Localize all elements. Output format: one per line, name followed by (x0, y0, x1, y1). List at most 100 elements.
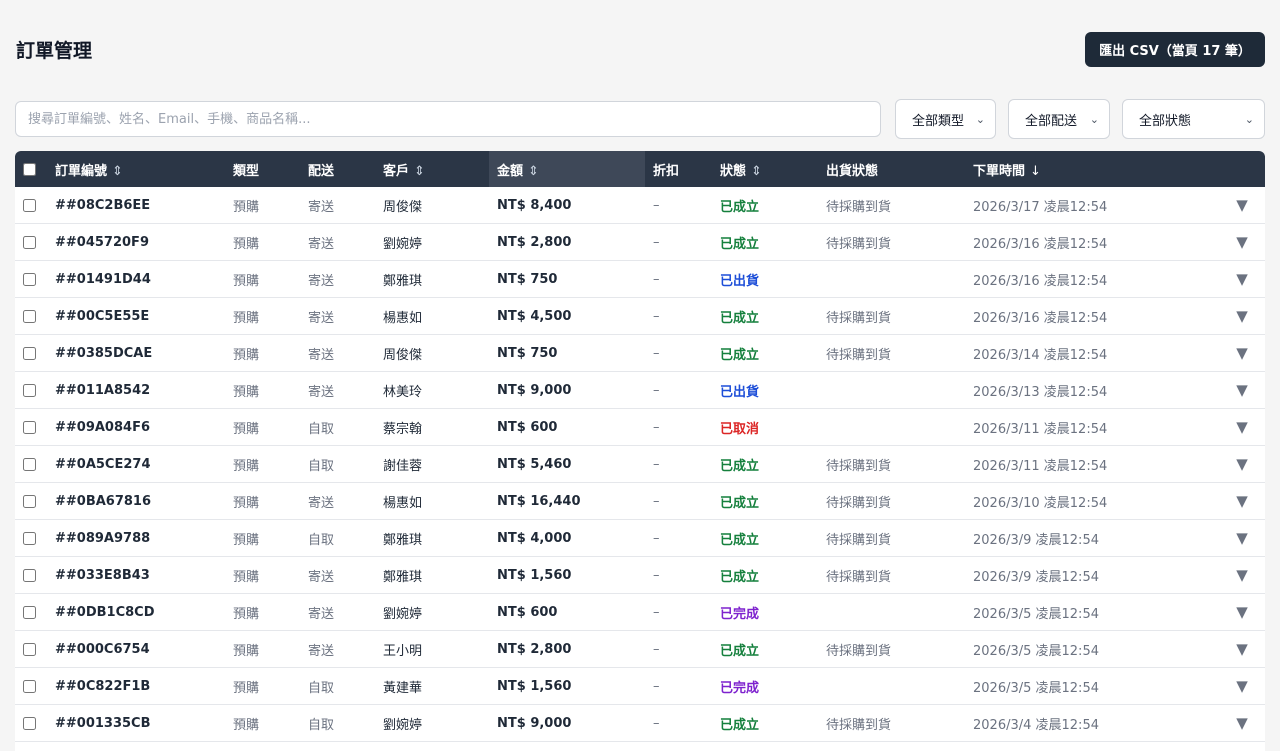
column-header-amount[interactable]: 金額 ⇕ (489, 151, 645, 187)
table-row[interactable]: ##089A9788 預購 自取 鄭雅琪 NT$ 4,000– 已成立 待採購到貨 2026/… (15, 519, 1265, 557)
row-checkbox[interactable] (23, 272, 36, 286)
row-checkbox[interactable] (23, 494, 36, 508)
customer-name: 周俊傑 (383, 334, 489, 372)
order-id[interactable]: ##033E8B43 (55, 556, 233, 594)
expand-row-icon[interactable]: ▼ (1219, 482, 1265, 520)
column-header-customer[interactable]: 客戶 ⇕ (383, 151, 489, 187)
fulfillment-status (826, 371, 973, 409)
order-id[interactable]: ##08C2B6EE (55, 187, 233, 224)
table-row[interactable]: ##09A084F6 預購 自取 蔡宗翰 NT$ 600– 已取消 2026/3/11 凌晨… (15, 408, 1265, 446)
order-id[interactable]: ##001335CB (55, 704, 233, 742)
order-amount: NT$ 600 (489, 408, 645, 446)
column-header-order-id[interactable]: 訂單編號 ⇕ (55, 151, 233, 187)
shipping-filter-select[interactable]: 全部配送 ⌄ (1008, 99, 1110, 139)
export-csv-button[interactable]: 匯出 CSV（當頁 17 筆） (1085, 32, 1265, 67)
chevron-down-icon: ⌄ (1089, 112, 1099, 126)
table-row[interactable]: ##0DB1C8CD 預購 寄送 劉婉婷 NT$ 600– 已完成 2026/3/5 凌晨1… (15, 593, 1265, 631)
order-id[interactable]: ##09A084F6 (55, 408, 233, 446)
expand-row-icon[interactable]: ▼ (1219, 371, 1265, 409)
status-badge: 已成立 (720, 334, 826, 372)
sort-desc-icon: ↓ (1030, 163, 1041, 179)
order-amount: NT$ 5,460 (489, 445, 645, 483)
shipping-method: 自取 (308, 445, 383, 483)
order-id[interactable]: ##0A5CE274 (55, 445, 233, 483)
expand-row-icon[interactable]: ▼ (1219, 408, 1265, 446)
order-amount: NT$ 2,800 (489, 630, 645, 668)
row-checkbox[interactable] (23, 605, 36, 619)
column-header-shipping: 配送 (308, 163, 335, 179)
order-type: 預購 (233, 187, 308, 224)
table-row[interactable]: ##0385DCAE 預購 寄送 周俊傑 NT$ 750– 已成立 待採購到貨 2026/3/… (15, 334, 1265, 372)
order-type: 預購 (233, 519, 308, 557)
expand-row-icon[interactable]: ▼ (1219, 445, 1265, 483)
order-id[interactable]: ##000C6754 (55, 630, 233, 668)
fulfillment-status: 待採購到貨 (826, 223, 973, 261)
row-checkbox[interactable] (23, 235, 36, 249)
row-checkbox[interactable] (23, 716, 36, 730)
table-row[interactable]: ##00C5E55E 預購 寄送 楊惠如 NT$ 4,500– 已成立 待採購到貨 2026/… (15, 297, 1265, 335)
order-id[interactable]: ##0DB1C8CD (55, 593, 233, 631)
order-discount: – (645, 519, 720, 557)
row-checkbox[interactable] (23, 531, 36, 545)
order-id[interactable]: ##00C5E55E (55, 297, 233, 335)
status-badge: 已成立 (720, 704, 826, 742)
table-row[interactable]: ##0A5CE274 預購 自取 謝佳蓉 NT$ 5,460– 已成立 待採購到貨 2026/… (15, 445, 1265, 483)
order-id[interactable]: ##0C822F1B (55, 667, 233, 705)
order-type: 預購 (233, 408, 308, 446)
order-created-time: 2026/3/10 凌晨12:54 (973, 482, 1219, 520)
expand-row-icon[interactable]: ▼ (1219, 297, 1265, 335)
row-checkbox[interactable] (23, 383, 36, 397)
table-row[interactable]: ##08C2B6EE 預購 寄送 周俊傑 NT$ 8,400– 已成立 待採購到貨 2026/… (15, 187, 1265, 224)
row-checkbox[interactable] (23, 679, 36, 693)
row-checkbox[interactable] (23, 457, 36, 471)
order-type: 預購 (233, 260, 308, 298)
expand-row-icon[interactable]: ▼ (1219, 519, 1265, 557)
customer-name: 黃建華 (383, 667, 489, 705)
order-created-time: 2026/3/16 凌晨12:54 (973, 223, 1219, 261)
orders-table: 訂單編號 ⇕ 類型 配送 客戶 ⇕ 金額 ⇕ 折扣 狀態 ⇕ 出貨狀態 下單時間 ↓ ##… (15, 151, 1265, 751)
expand-row-icon[interactable]: ▼ (1219, 630, 1265, 668)
select-all-checkbox[interactable] (23, 162, 36, 176)
order-amount: NT$ 1,560 (489, 667, 645, 705)
expand-row-icon[interactable]: ▼ (1219, 187, 1265, 224)
table-row[interactable]: ##0C822F1B 預購 自取 黃建華 NT$ 1,560– 已完成 2026/3/5 凌… (15, 667, 1265, 705)
table-row[interactable]: ##011A8542 預購 寄送 林美玲 NT$ 9,000– 已出貨 2026/3/13 … (15, 371, 1265, 409)
row-checkbox[interactable] (23, 346, 36, 360)
row-checkbox[interactable] (23, 198, 36, 212)
row-checkbox[interactable] (23, 568, 36, 582)
table-header-row: 訂單編號 ⇕ 類型 配送 客戶 ⇕ 金額 ⇕ 折扣 狀態 ⇕ 出貨狀態 下單時間 ↓ (15, 151, 1265, 187)
status-filter-select[interactable]: 全部狀態 ⌄ (1122, 99, 1265, 139)
expand-row-icon[interactable]: ▼ (1219, 667, 1265, 705)
table-row[interactable]: ##0BA67816 預購 寄送 楊惠如 NT$ 16,440– 已成立 待採購到貨 2026… (15, 482, 1265, 520)
row-checkbox[interactable] (23, 309, 36, 323)
order-id[interactable]: ##01491D44 (55, 260, 233, 298)
shipping-method: 自取 (308, 667, 383, 705)
expand-row-icon[interactable]: ▼ (1219, 593, 1265, 631)
order-id[interactable]: ##045720F9 (55, 223, 233, 261)
order-id[interactable]: ##0BA67816 (55, 482, 233, 520)
row-checkbox[interactable] (23, 642, 36, 656)
order-id[interactable]: ##089A9788 (55, 519, 233, 557)
table-row[interactable]: ##001335CB 預購 自取 劉婉婷 NT$ 9,000– 已成立 待採購到貨 2026/… (15, 704, 1265, 742)
expand-row-icon[interactable]: ▼ (1219, 334, 1265, 372)
table-row[interactable]: ##000C6754 預購 寄送 王小明 NT$ 2,800– 已成立 待採購到貨 2026/… (15, 630, 1265, 668)
table-row[interactable]: ##01491D44 預購 寄送 鄭雅琪 NT$ 750– 已出貨 2026/3/16 凌晨… (15, 260, 1265, 298)
order-created-time: 2026/3/16 凌晨12:54 (973, 297, 1219, 335)
expand-row-icon[interactable]: ▼ (1219, 556, 1265, 594)
expand-row-icon[interactable]: ▼ (1219, 704, 1265, 742)
order-id[interactable]: ##011A8542 (55, 371, 233, 409)
fulfillment-status (826, 667, 973, 705)
table-row[interactable]: ##045720F9 預購 寄送 劉婉婷 NT$ 2,800– 已成立 待採購到貨 2026/… (15, 223, 1265, 261)
column-header-status[interactable]: 狀態 ⇕ (720, 151, 826, 187)
table-row[interactable]: ##033E8B43 預購 寄送 鄭雅琪 NT$ 1,560– 已成立 待採購到貨 2026/… (15, 556, 1265, 594)
column-header-fulfillment: 出貨狀態 (826, 163, 879, 179)
sort-icon: ⇕ (112, 163, 123, 179)
type-filter-select[interactable]: 全部類型 ⌄ (895, 99, 996, 139)
shipping-method: 寄送 (308, 260, 383, 298)
order-id[interactable]: ##0385DCAE (55, 334, 233, 372)
search-input[interactable] (15, 101, 881, 137)
row-checkbox[interactable] (23, 420, 36, 434)
column-header-created[interactable]: 下單時間 ↓ (973, 151, 1219, 187)
expand-row-icon[interactable]: ▼ (1219, 260, 1265, 298)
expand-row-icon[interactable]: ▼ (1219, 223, 1265, 261)
